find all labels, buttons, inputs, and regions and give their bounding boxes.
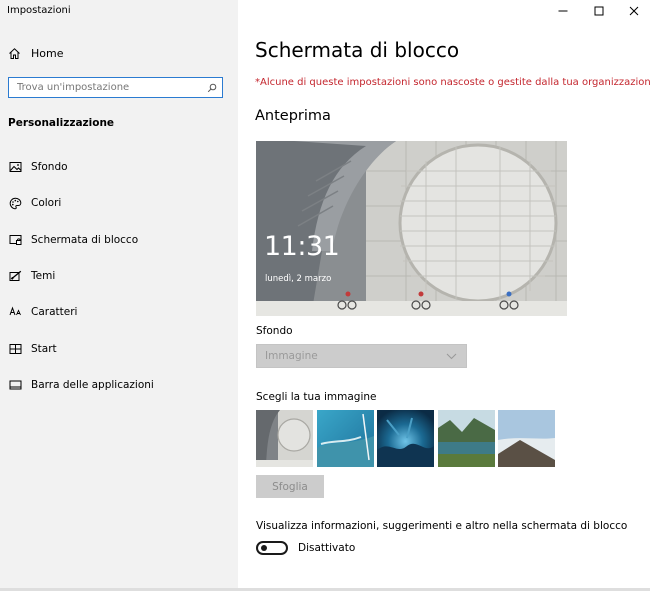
maximize-icon bbox=[594, 6, 604, 16]
background-select-value: Immagine bbox=[265, 350, 318, 362]
close-icon bbox=[629, 6, 639, 16]
thumbnail-1[interactable] bbox=[256, 410, 313, 467]
sidebar-item-sfondo[interactable]: Sfondo bbox=[8, 158, 228, 176]
thumbnail-2[interactable] bbox=[316, 410, 374, 467]
policy-warning: *Alcune di queste impostazioni sono nasc… bbox=[255, 77, 650, 88]
sidebar: Impostazioni Home Personalizzazione Sfon… bbox=[0, 0, 238, 591]
sidebar-item-label: Barra delle applicazioni bbox=[31, 379, 154, 391]
lock-screen-preview: 11:31 lunedì, 2 marzo bbox=[256, 141, 567, 316]
image-icon bbox=[8, 160, 22, 174]
preview-image bbox=[256, 141, 567, 316]
lock-screen-info-toggle[interactable] bbox=[256, 541, 288, 555]
choose-image-label: Scegli la tua immagine bbox=[256, 391, 377, 403]
preview-time: 11:31 bbox=[264, 231, 340, 262]
toggle-state-label: Disattivato bbox=[298, 542, 356, 554]
palette-icon bbox=[8, 196, 22, 210]
preview-date: lunedì, 2 marzo bbox=[265, 274, 332, 284]
sidebar-item-label: Schermata di blocco bbox=[31, 234, 139, 246]
preview-heading: Anteprima bbox=[255, 108, 331, 124]
fonts-icon bbox=[8, 305, 22, 319]
minimize-icon bbox=[558, 6, 568, 16]
search-input[interactable] bbox=[17, 82, 207, 93]
background-select[interactable]: Immagine bbox=[256, 344, 467, 368]
section-title: Personalizzazione bbox=[8, 117, 115, 129]
home-nav-item[interactable]: Home bbox=[8, 44, 63, 62]
browse-button[interactable]: Sfoglia bbox=[256, 475, 324, 498]
sidebar-item-barra-delle-applicazioni[interactable]: Barra delle applicazioni bbox=[8, 376, 228, 394]
sidebar-item-temi[interactable]: Temi bbox=[8, 267, 228, 285]
thumbnail-4[interactable] bbox=[437, 410, 495, 467]
chevron-down-icon bbox=[446, 353, 457, 360]
sidebar-item-label: Sfondo bbox=[31, 161, 68, 173]
minimize-button[interactable] bbox=[546, 0, 580, 22]
sidebar-item-label: Caratteri bbox=[31, 306, 78, 318]
sidebar-item-caratteri[interactable]: Caratteri bbox=[8, 303, 228, 321]
app-title: Impostazioni bbox=[7, 5, 71, 16]
background-label: Sfondo bbox=[256, 325, 293, 337]
thumbnail-5[interactable] bbox=[498, 410, 555, 467]
maximize-button[interactable] bbox=[582, 0, 616, 22]
taskbar-icon bbox=[8, 378, 22, 392]
search-box[interactable] bbox=[8, 77, 223, 98]
start-icon bbox=[8, 342, 22, 356]
lock-screen-info-label: Visualizza informazioni, suggerimenti e … bbox=[256, 520, 628, 532]
search-icon[interactable] bbox=[207, 83, 217, 93]
lock-screen-info-toggle-row: Disattivato bbox=[256, 541, 355, 555]
sidebar-item-label: Start bbox=[31, 343, 57, 355]
sidebar-item-label: Temi bbox=[31, 270, 56, 282]
sidebar-item-label: Colori bbox=[31, 197, 62, 209]
themes-icon bbox=[8, 269, 22, 283]
sidebar-item-start[interactable]: Start bbox=[8, 340, 228, 358]
sidebar-item-colori[interactable]: Colori bbox=[8, 194, 228, 212]
image-thumbnails bbox=[256, 410, 559, 467]
home-icon bbox=[8, 47, 21, 60]
home-label: Home bbox=[31, 46, 64, 60]
lock-screen-icon bbox=[8, 233, 22, 247]
thumbnail-3[interactable] bbox=[377, 410, 434, 467]
page-title: Schermata di blocco bbox=[255, 38, 460, 62]
sidebar-item-schermata-di-blocco[interactable]: Schermata di blocco bbox=[8, 231, 228, 249]
close-button[interactable] bbox=[617, 0, 650, 22]
toggle-knob bbox=[261, 545, 267, 551]
